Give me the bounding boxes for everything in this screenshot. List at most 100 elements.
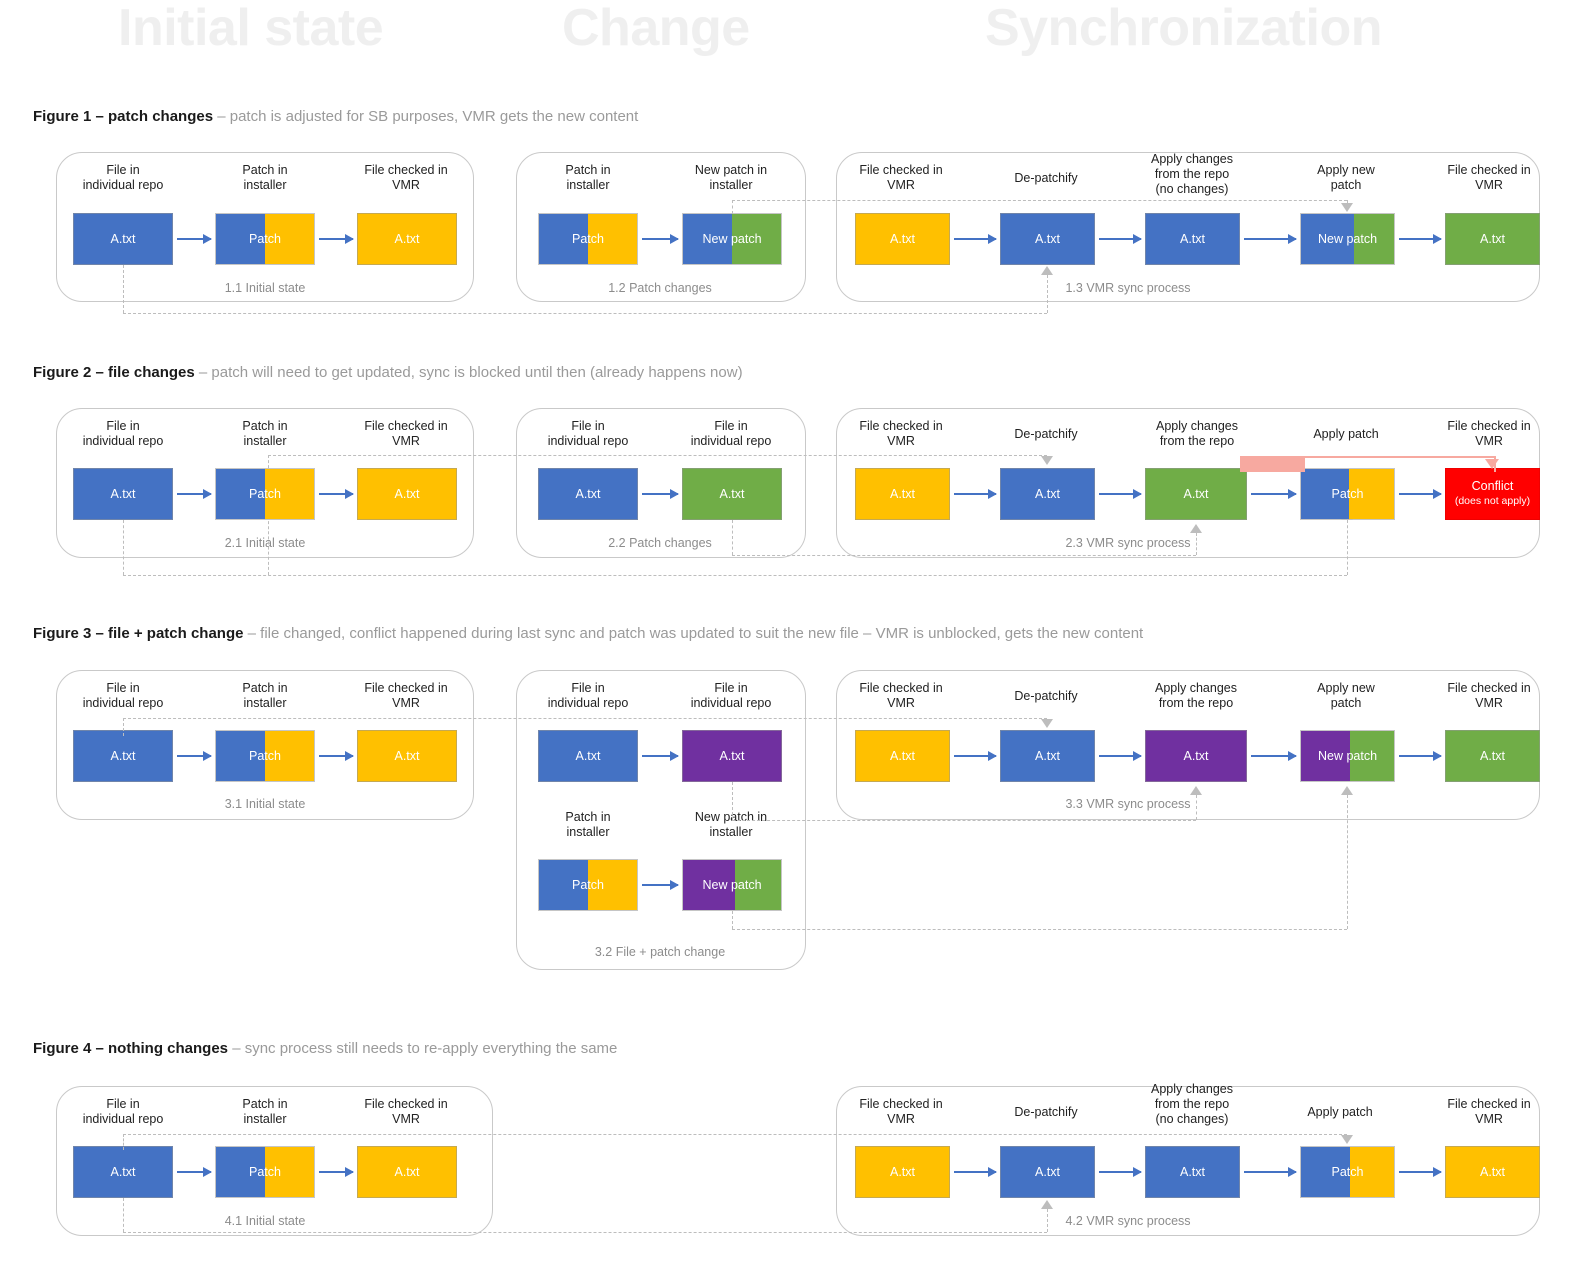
node-3-3-5: A.txt [1445,730,1540,782]
dash-4-bottom-start [123,1198,124,1232]
node-2-3-2: A.txt [1000,468,1095,520]
dash-2-green-right [732,555,1196,556]
dash-4-arrow-up-depatchify [1041,1200,1053,1209]
node-half-left [216,1147,265,1197]
node-2-2-1: A.txt [538,468,638,520]
figure-2-title-bold: Figure 2 – file changes [33,364,195,381]
node-3-1-2: Patch [215,730,315,782]
caption-3-1-2: Patch in installer [242,681,288,710]
arrow-4-2-d [1399,1167,1442,1177]
caption-1-3-1: File checked in VMR [859,163,943,192]
node-half-right [1350,731,1394,781]
node-half-left [216,469,265,519]
node-half-left [1301,1147,1351,1197]
watermark-synchronization: Synchronization [985,0,1382,57]
caption-3-3-4: Apply new patch [1317,681,1375,710]
node-label: A.txt [1479,749,1505,763]
node-3-2-3: Patch [538,859,638,911]
arrow-3-3-a [954,751,997,761]
figure-4-title-rest: – sync process still needs to re-apply e… [228,1040,618,1057]
node-3-2-2: A.txt [682,730,782,782]
dash-1-repo-down [123,265,124,313]
node-half-right [732,214,781,264]
caption-2-3-3: Apply changes from the repo [1155,419,1239,448]
node-half-left [683,860,735,910]
figure-4-title-bold: Figure 4 – nothing changes [33,1040,229,1057]
figure-1-title: Figure 1 – patch changes – patch is adju… [33,108,638,125]
caption-2-3-5: File checked in VMR [1447,419,1531,448]
node-2-3-3: A.txt [1145,468,1247,520]
node-half-right [588,860,637,910]
node-label: A.txt [575,749,601,763]
caption-3-2-4: New patch in installer [694,810,768,839]
dash-2-green-down [732,520,733,555]
node-4-2-4: Patch [1300,1146,1395,1198]
node-3-3-1: A.txt [855,730,950,782]
node-1-2-1: Patch [538,213,638,265]
dash-2-right-up [1347,520,1348,575]
arrow-4-1-a [177,1167,212,1177]
group-label-4-2: 4.2 VMR sync process [1065,1214,1191,1228]
group-label-2-3: 2.3 VMR sync process [1065,536,1191,550]
node-label: A.txt [1034,487,1060,501]
conflict-label: Conflict [1471,479,1514,493]
caption-4-2-5: File checked in VMR [1447,1097,1531,1126]
node-half-left [216,731,265,781]
node-2-1-3: A.txt [357,468,457,520]
arrow-2-1-a [177,489,212,499]
node-label: A.txt [1183,749,1209,763]
dash-3-arrow-up-applynewpatch [1341,786,1353,795]
dash-2-repo-down [123,520,124,575]
node-1-3-1: A.txt [855,213,950,265]
arrow-3-3-b [1099,751,1142,761]
node-3-1-3: A.txt [357,730,457,782]
dash-3-topline-start [123,718,124,736]
figure-1-title-bold: Figure 1 – patch changes [33,108,214,125]
group-label-2-1: 2.1 Initial state [224,536,306,550]
dash-2-top [268,455,1047,456]
node-3-3-2: A.txt [1000,730,1095,782]
node-1-3-5: A.txt [1445,213,1540,265]
caption-1-1-3: File checked in VMR [364,163,448,192]
node-label: A.txt [394,487,420,501]
group-label-2-2: 2.2 Patch changes [608,536,712,550]
dash-3-arrow-up-applychanges [1190,786,1202,795]
node-half-right [265,731,314,781]
dash-3-newpatch-down [732,911,733,929]
dash-3-arrow-down-depatchify [1041,719,1053,728]
node-4-2-5: A.txt [1445,1146,1540,1198]
node-2-3-1: A.txt [855,468,950,520]
node-label: A.txt [1034,232,1060,246]
node-1-3-4: New patch [1300,213,1395,265]
node-half-right [265,469,314,519]
arrow-3-1-a [177,751,212,761]
figure-4-title: Figure 4 – nothing changes – sync proces… [33,1040,617,1057]
figure-3-title: Figure 3 – file + patch change – file ch… [33,625,1143,642]
node-label: A.txt [1034,749,1060,763]
node-3-2-4: New patch [682,859,782,911]
group-label-3-2: 3.2 File + patch change [594,945,726,959]
node-4-1-3: A.txt [357,1146,457,1198]
arrow-3-3-c [1251,751,1297,761]
dash-2-bottom-long [123,575,1347,576]
node-label: A.txt [1179,1165,1205,1179]
arrow-3-3-d [1399,751,1442,761]
conflict-bracket [1240,456,1496,472]
dash-1-up-to-depatchify [1047,275,1048,313]
caption-2-3-4: Apply patch [1313,427,1379,441]
node-2-3-4: Patch [1300,468,1395,520]
node-half-left [216,214,265,264]
dash-3-purple-up [1196,795,1197,820]
arrow-1-1-b [319,234,354,244]
node-4-1-1: A.txt [73,1146,173,1198]
dash-1-newpatch-up [732,200,733,214]
group-label-3-3: 3.3 VMR sync process [1065,797,1191,811]
node-label: A.txt [889,1165,915,1179]
node-label: A.txt [110,749,136,763]
figure-2-title: Figure 2 – file changes – patch will nee… [33,364,743,381]
node-4-2-3: A.txt [1145,1146,1240,1198]
node-half-left [1301,214,1354,264]
node-label: A.txt [719,749,745,763]
node-2-1-1: A.txt [73,468,173,520]
node-half-right [1350,1147,1394,1197]
